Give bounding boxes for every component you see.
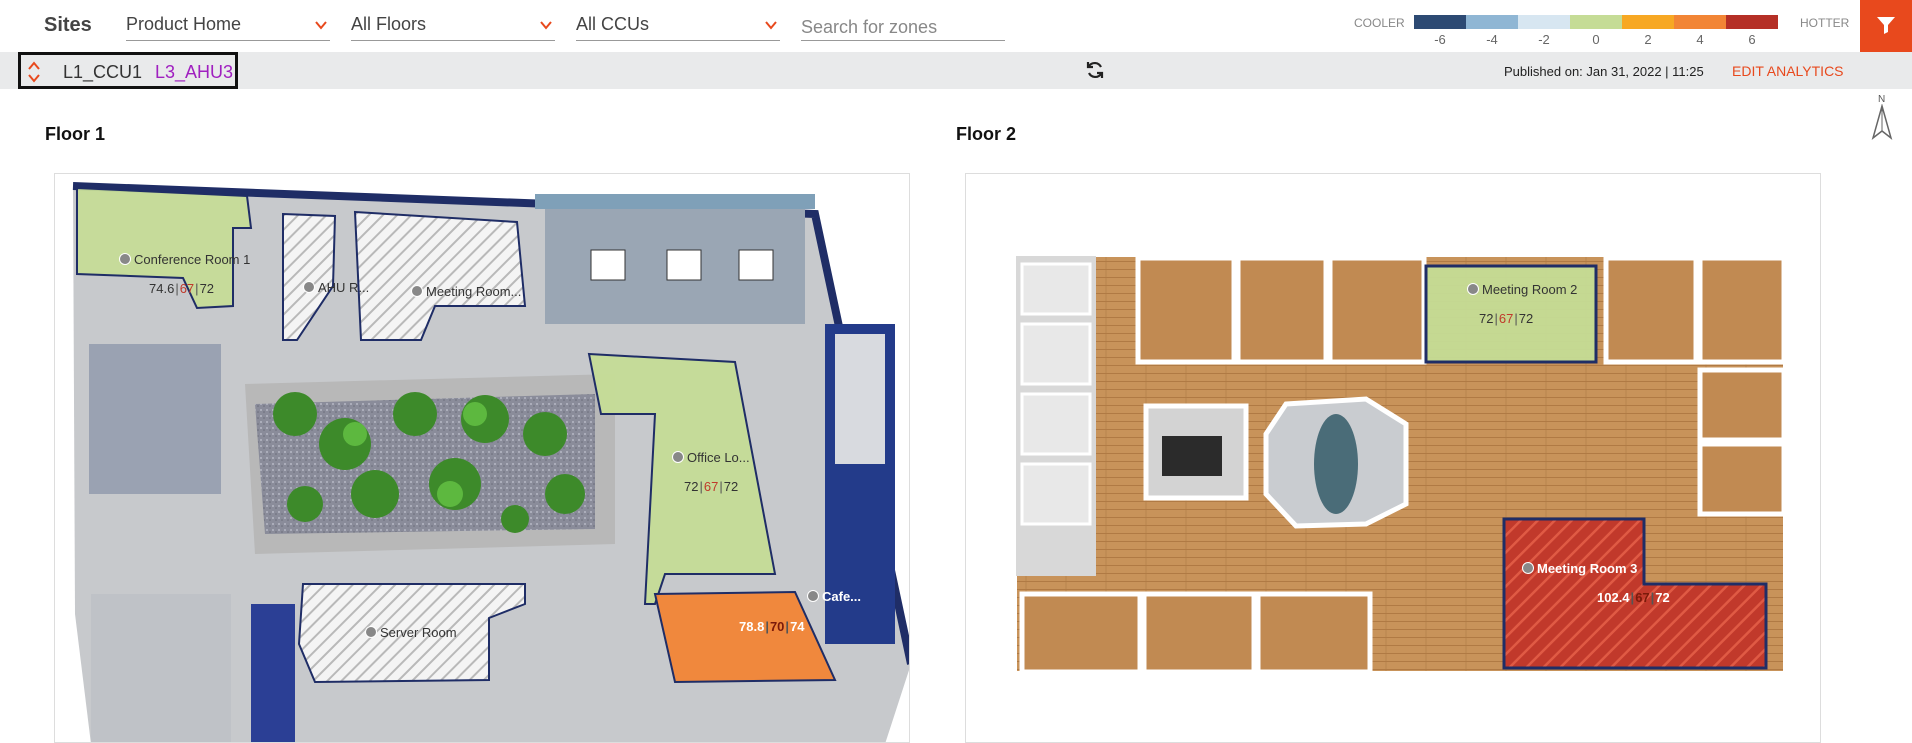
zone-name: Meeting Room 3 — [1537, 561, 1638, 576]
zone-name: Office Lo... — [687, 450, 750, 465]
zone-label-office-lounge[interactable]: Office Lo... — [672, 450, 750, 465]
zone-mid-temp: 67 — [1498, 311, 1514, 326]
site-dropdown[interactable]: Product Home — [126, 14, 330, 41]
legend-tick: 2 — [1644, 32, 1652, 47]
published-timestamp: Published on: Jan 31, 2022 | 11:25 — [1504, 64, 1704, 79]
zone-mid-temp: 67 — [1635, 590, 1650, 605]
zone-name: Server Room — [380, 625, 457, 640]
zone-setpoint-temp: 72 — [1518, 311, 1534, 326]
zone-label-meeting-room-2[interactable]: Meeting Room 2 — [1467, 282, 1577, 297]
zone-status-dot — [672, 451, 684, 463]
zone-name: Meeting Room 2 — [1482, 282, 1578, 297]
compass: N — [1870, 94, 1894, 140]
zone-mid-temp: 67 — [179, 281, 195, 296]
zone-status-dot — [411, 285, 423, 297]
ahu-label[interactable]: L3_AHU3 — [155, 62, 233, 83]
zone-setpoint-temp: 72 — [199, 281, 215, 296]
zone-current-temp: 78.8 — [739, 619, 765, 634]
zone-status-dot — [807, 590, 819, 602]
zone-mid-temp: 70 — [769, 619, 785, 634]
zone-status-dot — [303, 281, 315, 293]
floor-dropdown[interactable]: All Floors — [351, 14, 555, 41]
zone-label-meeting-room[interactable]: Meeting Room... — [411, 284, 521, 299]
compass-arrow-icon — [1871, 104, 1893, 140]
zone-status-dot — [119, 253, 131, 265]
top-bar: Sites Product Home All Floors All CCUs C… — [0, 0, 1912, 52]
filter-button[interactable] — [1860, 0, 1912, 52]
floor-dropdown-value: All Floors — [351, 14, 427, 34]
legend-tick: -2 — [1538, 32, 1550, 47]
page-title: Sites — [44, 14, 92, 36]
legend-tick: 0 — [1592, 32, 1600, 47]
zone-current-temp: 72 — [684, 479, 699, 494]
zone-setpoint-temp: 74 — [790, 619, 805, 634]
zone-name: Meeting Room... — [426, 284, 522, 299]
zone-current-temp: 74.6 — [149, 281, 175, 296]
sort-arrows-icon — [28, 61, 40, 83]
zone-status-dot — [1522, 562, 1534, 574]
legend-tick: 6 — [1748, 32, 1756, 47]
zone-label-ahu-room[interactable]: AHU R... — [303, 280, 369, 295]
legend-swatch — [1622, 15, 1674, 29]
zone-setpoint-temp: 72 — [723, 479, 739, 494]
zone-status-dot — [365, 626, 377, 638]
legend-swatch — [1570, 15, 1622, 29]
legend-swatch — [1518, 15, 1570, 29]
floor-2-title: Floor 2 — [956, 124, 1017, 144]
zone-label-cafe[interactable]: Cafe... — [807, 589, 861, 604]
zone-current-temp: 102.4 — [1597, 590, 1630, 605]
zone-setpoint-temp: 72 — [1655, 590, 1670, 605]
legend-tick: 4 — [1696, 32, 1704, 47]
zone-temps-cafe: 78.8|70|74 — [739, 619, 805, 634]
legend-swatch — [1674, 15, 1726, 29]
ccu-dropdown-value: All CCUs — [576, 14, 650, 34]
zone-name: Conference Room 1 — [134, 252, 251, 267]
floor-1-title: Floor 1 — [45, 124, 106, 144]
floor-2-map[interactable]: Meeting Room 2 72|67|72 Meeting Room 3 1… — [965, 173, 1821, 743]
legend-tick: -4 — [1486, 32, 1498, 47]
legend-cooler-label: COOLER — [1354, 16, 1405, 30]
site-dropdown-value: Product Home — [126, 14, 242, 34]
zone-temps-meeting-room-3: 102.4|67|72 — [1597, 590, 1670, 605]
zone-name: AHU R... — [318, 280, 370, 295]
legend-tick: -6 — [1434, 32, 1446, 47]
zone-current-temp: 72 — [1479, 311, 1494, 326]
floor-1-map[interactable]: Conference Room 1 74.6|67|72 AHU R... Me… — [54, 173, 910, 743]
zone-mid-temp: 67 — [703, 479, 719, 494]
sub-bar: L1_CCU1 L3_AHU3 Published on: Jan 31, 20… — [0, 52, 1912, 89]
zone-label-conference-room-1[interactable]: Conference Room 1 — [119, 252, 250, 267]
chevron-down-icon — [315, 21, 327, 30]
edit-analytics-link[interactable]: EDIT ANALYTICS — [1732, 63, 1844, 79]
legend-swatch — [1414, 15, 1466, 29]
floor-2-plan-image — [1011, 251, 1789, 677]
zone-search-input[interactable] — [801, 14, 1005, 41]
refresh-icon[interactable] — [1085, 60, 1105, 80]
ccu-label[interactable]: L1_CCU1 — [63, 62, 142, 83]
ccu-dropdown[interactable]: All CCUs — [576, 14, 780, 41]
zone-temps-office-lounge: 72|67|72 — [684, 479, 738, 494]
zone-temps-meeting-room-2: 72|67|72 — [1479, 311, 1533, 326]
zone-label-meeting-room-3[interactable]: Meeting Room 3 — [1522, 561, 1637, 576]
temperature-legend: COOLER -6 -4 -2 0 2 4 6 HOTTER — [1350, 12, 1860, 52]
ccu-ahu-selector[interactable]: L1_CCU1 L3_AHU3 — [18, 52, 238, 89]
chevron-down-icon — [540, 21, 552, 30]
zone-label-server-room[interactable]: Server Room — [365, 625, 457, 640]
legend-swatch — [1726, 15, 1778, 29]
legend-hotter-label: HOTTER — [1800, 16, 1850, 30]
legend-swatch — [1466, 15, 1518, 29]
zone-status-dot — [1467, 283, 1479, 295]
zone-temps-conference-room-1: 74.6|67|72 — [149, 281, 214, 296]
zone-name: Cafe... — [822, 589, 862, 604]
chevron-down-icon — [765, 21, 777, 30]
filter-icon — [1877, 17, 1895, 34]
